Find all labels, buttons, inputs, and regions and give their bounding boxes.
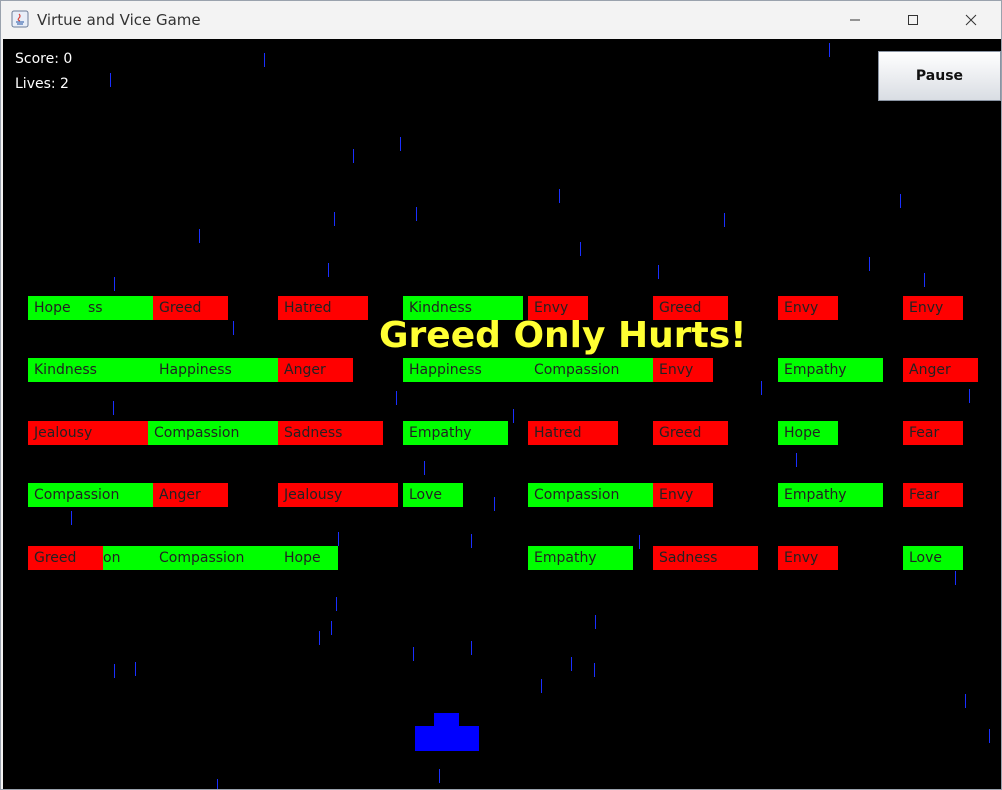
rain-streak xyxy=(595,615,596,629)
rain-streak xyxy=(114,277,115,291)
vice-brick: Hatred xyxy=(528,421,618,445)
rain-streak xyxy=(334,212,335,226)
rain-streak xyxy=(233,321,234,335)
maximize-icon xyxy=(908,14,918,25)
vice-brick: Anger xyxy=(278,358,353,382)
virtue-brick: Empathy xyxy=(528,546,633,570)
score-label: Score: 0 xyxy=(15,51,73,67)
rain-streak xyxy=(319,631,320,645)
vice-brick: Anger xyxy=(153,483,228,507)
vice-brick: Envy xyxy=(653,483,713,507)
rain-streak xyxy=(338,532,339,546)
rain-streak xyxy=(796,453,797,467)
vice-brick: Envy xyxy=(903,296,963,320)
rain-streak xyxy=(559,189,560,203)
rain-streak xyxy=(336,597,337,611)
close-button[interactable] xyxy=(942,1,1000,38)
game-message: Greed Only Hurts! xyxy=(379,315,747,356)
rain-streak xyxy=(900,194,901,208)
rain-streak xyxy=(869,257,870,271)
rain-streak xyxy=(424,461,425,475)
virtue-brick: Compassion xyxy=(148,421,278,445)
rain-streak xyxy=(658,265,659,279)
rain-streak xyxy=(400,137,401,151)
rain-streak xyxy=(328,263,329,277)
virtue-brick: Hope xyxy=(778,421,838,445)
maximize-button[interactable] xyxy=(884,1,942,38)
rain-streak xyxy=(199,229,200,243)
game-window: Virtue and Vice Game Score: 0 Lives: 2 P… xyxy=(0,0,1002,790)
vice-brick: Fear xyxy=(903,483,963,507)
virtue-brick: Empathy xyxy=(778,483,883,507)
game-canvas[interactable]: Score: 0 Lives: 2 Pause Hope ss Greed Ha… xyxy=(3,39,1001,789)
virtue-brick: Empathy xyxy=(403,421,508,445)
rain-streak xyxy=(955,571,956,585)
virtue-brick: Hope xyxy=(278,546,338,570)
rain-streak xyxy=(594,663,595,677)
rain-streak xyxy=(353,149,354,163)
rain-streak xyxy=(829,43,830,57)
virtue-brick: Happiness xyxy=(403,358,528,382)
rain-streak xyxy=(924,273,925,287)
close-icon xyxy=(965,14,977,25)
player-ship xyxy=(415,713,479,751)
rain-streak xyxy=(761,381,762,395)
vice-brick: Greed xyxy=(653,421,728,445)
rain-streak xyxy=(110,73,111,87)
vice-brick: Hatred xyxy=(278,296,368,320)
rain-streak xyxy=(969,389,970,403)
virtue-brick: Compassion xyxy=(28,483,153,507)
minimize-button[interactable] xyxy=(826,1,884,38)
rain-streak xyxy=(113,401,114,415)
window-title: Virtue and Vice Game xyxy=(37,11,201,29)
virtue-brick: Empathy xyxy=(778,358,883,382)
rain-streak xyxy=(135,662,136,676)
vice-brick: Greed xyxy=(28,546,103,570)
virtue-brick-partial: on xyxy=(103,546,153,570)
rain-streak xyxy=(989,729,990,743)
rain-streak xyxy=(513,409,514,423)
rain-streak xyxy=(114,664,115,678)
vice-brick: Envy xyxy=(653,358,713,382)
virtue-brick: Compassion xyxy=(528,483,653,507)
rain-streak xyxy=(71,511,72,525)
vice-brick: Jealousy xyxy=(278,483,398,507)
rain-streak xyxy=(396,391,397,405)
vice-brick: Envy xyxy=(778,546,838,570)
rain-streak xyxy=(331,621,332,635)
vice-brick: Envy xyxy=(778,296,838,320)
vice-brick: Sadness xyxy=(278,421,383,445)
vice-brick: Anger xyxy=(903,358,978,382)
virtue-brick: Compassion xyxy=(153,546,278,570)
title-bar[interactable]: Virtue and Vice Game xyxy=(1,1,1001,38)
rain-streak xyxy=(471,641,472,655)
virtue-brick-partial: ss xyxy=(88,300,103,316)
minimize-icon xyxy=(850,19,860,20)
vice-brick: Sadness xyxy=(653,546,758,570)
rain-streak xyxy=(439,769,440,783)
virtue-brick: Happiness xyxy=(153,358,278,382)
virtue-brick: Kindness xyxy=(28,358,153,382)
pause-button[interactable]: Pause xyxy=(878,51,1001,101)
rain-streak xyxy=(571,657,572,671)
java-app-icon xyxy=(11,10,29,28)
rain-streak xyxy=(471,534,472,548)
vice-brick: Jealousy xyxy=(28,421,148,445)
rain-streak xyxy=(217,779,218,789)
rain-streak xyxy=(413,647,414,661)
rain-streak xyxy=(724,213,725,227)
rain-streak xyxy=(494,497,495,511)
rain-streak xyxy=(416,207,417,221)
vice-brick: Greed xyxy=(153,296,228,320)
rain-streak xyxy=(639,535,640,549)
rain-streak xyxy=(580,242,581,256)
rain-streak xyxy=(264,53,265,67)
virtue-brick: Love xyxy=(403,483,463,507)
vice-brick: Fear xyxy=(903,421,963,445)
lives-label: Lives: 2 xyxy=(15,76,69,92)
rain-streak xyxy=(965,694,966,708)
virtue-brick: Compassion xyxy=(528,358,653,382)
virtue-brick: Love xyxy=(903,546,963,570)
rain-streak xyxy=(541,679,542,693)
